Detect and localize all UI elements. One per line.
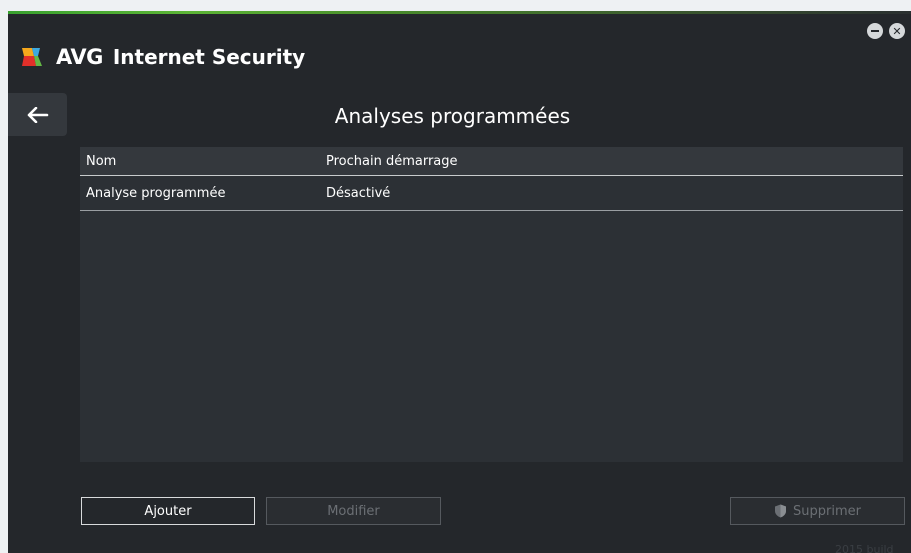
admin-shield-icon [774,504,787,518]
minimize-icon [871,30,879,32]
app-window: AVG Internet Security ✕ Analyses program… [8,11,911,553]
delete-button-label: Supprimer [793,503,861,519]
avg-logo-icon [22,48,42,66]
close-icon: ✕ [892,24,902,38]
scans-table: Nom Prochain démarrage Analyse programmé… [80,147,903,462]
minimize-button[interactable] [867,23,883,39]
delete-button[interactable]: Supprimer [730,497,905,525]
modify-button[interactable]: Modifier [266,497,441,525]
brand: AVG Internet Security [20,43,305,71]
close-button[interactable]: ✕ [889,23,905,39]
scan-next-start-cell: Désactivé [326,185,391,201]
table-row[interactable]: Analyse programmée Désactivé [80,176,903,211]
table-header: Nom Prochain démarrage [80,147,903,176]
brand-name: Internet Security [112,45,306,69]
column-header-next-start[interactable]: Prochain démarrage [326,154,458,169]
scan-name-cell: Analyse programmée [86,185,226,201]
column-header-name[interactable]: Nom [80,154,326,169]
page-title: Analyses programmées [8,104,911,128]
accent-bar [8,11,911,14]
build-info: 2015 build 5557 [835,543,894,553]
brand-avg: AVG [56,45,103,69]
page-title-text: Analyses programmées [334,104,571,128]
add-button[interactable]: Ajouter [81,497,255,525]
